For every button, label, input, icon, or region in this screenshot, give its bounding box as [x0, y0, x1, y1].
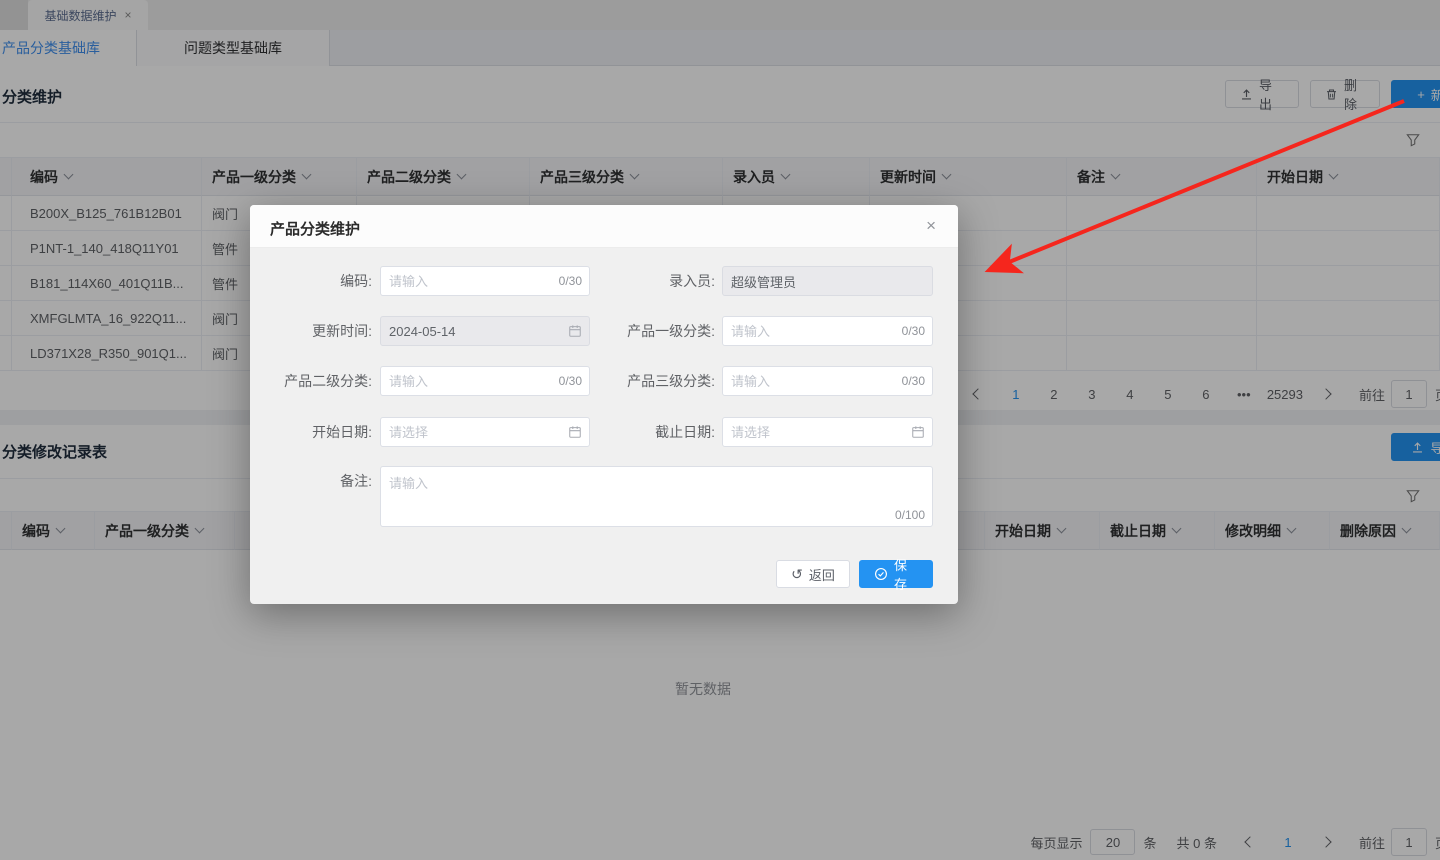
back-button[interactable]: ↺ 返回: [776, 560, 850, 588]
dialog-header: 产品分类维护 ×: [250, 205, 958, 248]
level2-field-box: 0/30: [380, 366, 590, 396]
level2-counter: 0/30: [558, 374, 582, 388]
level3-label: 产品三级分类:: [627, 373, 715, 389]
level1-label: 产品一级分类:: [627, 323, 715, 339]
level3-field-box: 0/30: [722, 366, 933, 396]
form-row: 备注: 0/100: [250, 466, 958, 527]
note-label: 备注:: [340, 473, 372, 489]
code-field-box: 0/30: [380, 266, 590, 296]
code-counter: 0/30: [558, 274, 582, 288]
form-row: 产品二级分类: 0/30 产品三级分类: 0/30: [250, 366, 958, 396]
form-row: 编码: 0/30 录入员:: [250, 266, 958, 296]
note-counter: 0/100: [894, 508, 925, 522]
update-time-field-box: [380, 316, 590, 346]
form-row: 更新时间: 产品一级分类: 0/30: [250, 316, 958, 346]
level3-counter: 0/30: [901, 374, 925, 388]
level1-counter: 0/30: [901, 324, 925, 338]
refresh-icon: ↺: [791, 566, 803, 582]
level2-label: 产品二级分类:: [284, 373, 372, 389]
calendar-icon: [568, 324, 582, 343]
dialog-title: 产品分类维护: [270, 221, 361, 238]
check-circle-icon: [874, 567, 888, 581]
end-date-label: 截止日期:: [655, 424, 715, 440]
entry-clerk-input: [722, 266, 933, 296]
level1-field-box: 0/30: [722, 316, 933, 346]
product-classification-dialog: 产品分类维护 × 编码: 0/30 录入员: 更新时间:: [250, 205, 958, 604]
dialog-close-icon[interactable]: ×: [926, 217, 936, 234]
start-date-input[interactable]: [380, 417, 590, 447]
calendar-icon[interactable]: [568, 425, 582, 444]
end-date-field-box: [722, 417, 933, 447]
dialog-body: 编码: 0/30 录入员: 更新时间: 产品一级分类:: [250, 248, 958, 604]
back-label: 返回: [808, 567, 835, 583]
dialog-footer: ↺ 返回 保存: [250, 558, 958, 592]
update-time-input: [380, 316, 590, 346]
entry-clerk-label: 录入员:: [669, 273, 715, 289]
note-textarea[interactable]: [380, 466, 933, 527]
save-button[interactable]: 保存: [859, 558, 933, 592]
code-label: 编码:: [340, 273, 372, 289]
calendar-icon[interactable]: [911, 425, 925, 444]
form-row: 开始日期: 截止日期:: [250, 417, 958, 447]
start-date-label: 开始日期:: [312, 424, 372, 440]
end-date-input[interactable]: [722, 417, 933, 447]
note-field-box: 0/100: [380, 466, 933, 527]
entry-clerk-field-box: [722, 266, 933, 296]
start-date-field-box: [380, 417, 590, 447]
screen: 基础数据维护 × 产品分类基础库 问题类型基础库 分类维护 导出 删除 + 新 …: [0, 0, 1440, 860]
update-time-label: 更新时间:: [312, 323, 372, 339]
save-label: 保存: [894, 558, 908, 592]
